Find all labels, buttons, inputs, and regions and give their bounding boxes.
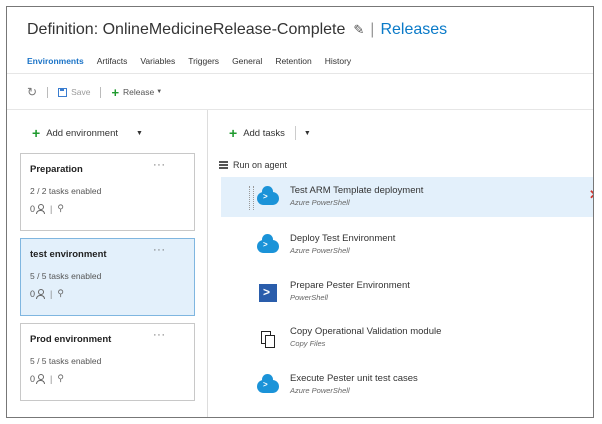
refresh-icon[interactable]: ↻ [27, 85, 37, 99]
chevron-down-icon[interactable]: ▼ [304, 130, 311, 137]
add-tasks-label: Add tasks [243, 127, 285, 139]
tasks-enabled-count: 5 / 5 tasks enabled [30, 271, 102, 281]
more-options-icon[interactable]: ··· [153, 244, 166, 256]
chevron-down-icon[interactable]: ▼ [136, 130, 143, 137]
tab-history[interactable]: History [325, 56, 351, 66]
tab-environments[interactable]: Environments [27, 56, 84, 66]
approvers-count: 0 [30, 373, 36, 384]
tasks-enabled-count: 2 / 2 tasks enabled [30, 186, 102, 196]
task-row[interactable]: > Prepare Pester Environment PowerShell [221, 272, 593, 312]
approver-user-icon[interactable] [36, 203, 46, 214]
task-name: Test ARM Template deployment [290, 185, 424, 196]
environment-status-icons: 0 | ⚲ [30, 288, 64, 299]
add-tasks-button[interactable]: + Add tasks ▼ [229, 125, 311, 141]
environment-status-icons: 0 | ⚲ [30, 203, 64, 214]
task-row[interactable]: > Deploy Test Environment Azure PowerShe… [221, 225, 593, 265]
tab-retention[interactable]: Retention [275, 56, 311, 66]
azure-cloud-icon: > [257, 234, 279, 255]
task-type: Azure PowerShell [290, 246, 350, 255]
task-row[interactable]: > Execute Pester unit test cases Azure P… [221, 365, 593, 405]
environment-card-preparation[interactable]: Preparation ··· 2 / 2 tasks enabled 0 | … [20, 153, 195, 231]
release-definition-window: Definition: OnlineMedicineRelease-Comple… [6, 6, 594, 418]
tasks-enabled-count: 5 / 5 tasks enabled [30, 356, 102, 366]
task-type: Azure PowerShell [290, 198, 350, 207]
plus-icon: + [229, 125, 238, 141]
list-icon [219, 161, 228, 169]
plus-icon: + [111, 84, 120, 100]
powershell-icon: > [257, 284, 279, 302]
tab-general[interactable]: General [232, 56, 262, 66]
azure-cloud-icon: > [257, 374, 279, 395]
environment-card-test-environment[interactable]: test environment ··· 5 / 5 tasks enabled… [20, 238, 195, 316]
environment-card-prod-environment[interactable]: Prod environment ··· 5 / 5 tasks enabled… [20, 323, 195, 401]
task-name: Prepare Pester Environment [290, 280, 410, 291]
task-name: Execute Pester unit test cases [290, 373, 418, 384]
definition-header: Definition: OnlineMedicineRelease-Comple… [27, 17, 447, 43]
more-options-icon[interactable]: ··· [153, 329, 166, 341]
task-row[interactable]: Copy Operational Validation module Copy … [221, 318, 593, 358]
toolbar-separator [100, 86, 102, 98]
environment-status-icons: 0 | ⚲ [30, 373, 64, 384]
task-name: Deploy Test Environment [290, 233, 396, 244]
add-tasks-separator [294, 126, 296, 140]
phase-label: Run on agent [233, 160, 288, 170]
save-button[interactable]: Save [58, 87, 90, 97]
environment-name: test environment [30, 249, 107, 260]
chevron-down-icon: ▼ [156, 89, 163, 95]
approvers-count: 0 [30, 288, 36, 299]
approvers-count: 0 [30, 203, 36, 214]
add-environment-label: Add environment [46, 127, 119, 139]
task-name: Copy Operational Validation module [290, 326, 442, 337]
page-title: Definition: OnlineMedicineRelease-Comple… [27, 21, 346, 38]
toolbar: ↻ Save + Release ▼ [27, 83, 162, 101]
approver-user-icon[interactable] [36, 373, 46, 384]
title-separator: | [370, 21, 375, 38]
deployment-conditions-icon[interactable]: ⚲ [57, 373, 64, 384]
panel-divider [207, 110, 208, 417]
release-label: Release [123, 87, 155, 97]
more-options-icon[interactable]: ··· [153, 159, 166, 171]
azure-cloud-icon: > [257, 186, 279, 207]
task-row[interactable]: > Test ARM Template deployment Azure Pow… [221, 177, 593, 217]
environment-name: Prod environment [30, 334, 112, 345]
toolbar-divider [7, 109, 593, 110]
toolbar-separator [47, 86, 49, 98]
releases-link[interactable]: Releases [380, 21, 447, 39]
icon-separator: | [50, 288, 53, 299]
save-icon [58, 87, 68, 97]
icon-separator: | [50, 373, 53, 384]
tab-variables[interactable]: Variables [140, 56, 175, 66]
definition-tabs: Environments Artifacts Variables Trigger… [27, 56, 364, 66]
deployment-conditions-icon[interactable]: ⚲ [57, 203, 64, 214]
task-type: Copy Files [290, 339, 326, 348]
release-button[interactable]: + Release ▼ [111, 85, 162, 100]
tabs-divider [7, 73, 593, 74]
phase-header[interactable]: Run on agent [219, 160, 287, 170]
task-type: Azure PowerShell [290, 386, 350, 395]
tab-artifacts[interactable]: Artifacts [97, 56, 128, 66]
save-label: Save [71, 87, 91, 97]
approver-user-icon[interactable] [36, 288, 46, 299]
deployment-conditions-icon[interactable]: ⚲ [57, 288, 64, 299]
add-environment-button[interactable]: + Add environment ▼ [32, 125, 143, 141]
task-type: PowerShell [290, 293, 328, 302]
edit-pencil-icon[interactable]: ✎ [353, 22, 364, 38]
remove-task-icon[interactable]: ✕ [589, 187, 593, 203]
icon-separator: | [50, 203, 53, 214]
environment-name: Preparation [30, 164, 83, 175]
copy-files-icon [257, 330, 279, 348]
plus-icon: + [32, 125, 41, 141]
tab-triggers[interactable]: Triggers [188, 56, 219, 66]
drag-handle-icon[interactable] [249, 186, 254, 210]
